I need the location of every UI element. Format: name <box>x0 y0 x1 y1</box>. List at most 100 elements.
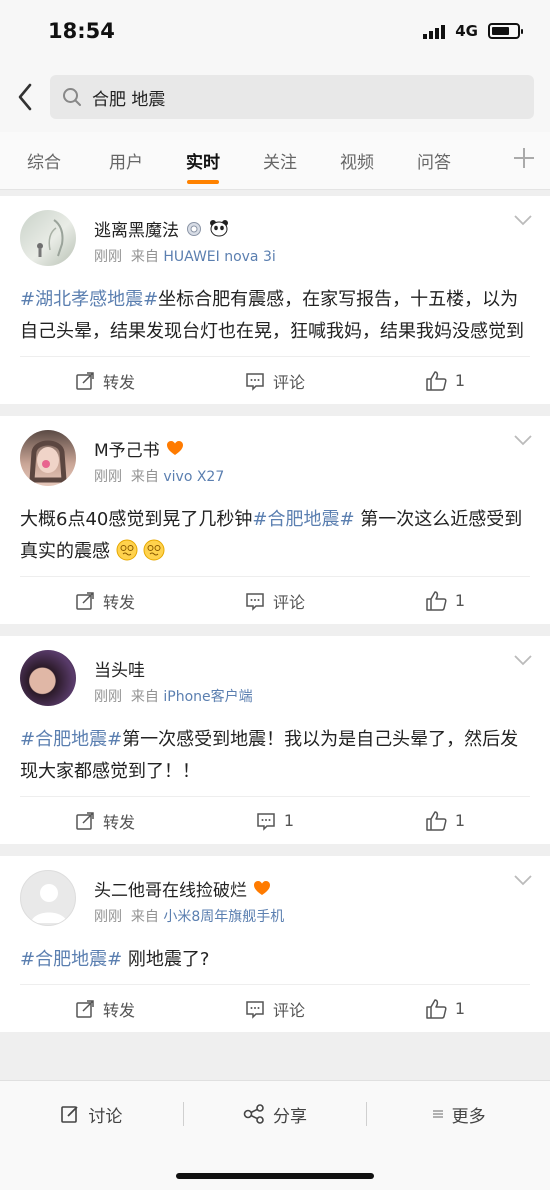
signal-icon <box>423 23 446 39</box>
comment-icon <box>246 372 264 391</box>
like-button[interactable]: 1 <box>360 357 530 404</box>
edit-icon <box>61 1106 78 1123</box>
status-icons: 4G <box>423 22 523 40</box>
status-time: 18:54 <box>48 19 115 43</box>
post-subline: 刚刚 来自 iPhone客户端 <box>94 686 253 706</box>
post-actions: 转发 评论 1 <box>20 356 530 404</box>
tab-following[interactable]: 关注 <box>242 132 318 190</box>
comment-icon <box>257 812 275 831</box>
post-time: 刚刚 <box>94 689 122 705</box>
repost-label: 转发 <box>102 1000 135 1020</box>
chevron-down-icon[interactable] <box>514 434 532 446</box>
search-input[interactable] <box>92 87 492 107</box>
post-time: 刚刚 <box>94 469 122 485</box>
heart-icon <box>254 881 270 895</box>
repost-icon <box>76 999 94 1018</box>
post-feed: 逃离黑魔法 刚刚 来自 HUAWEI nova 3i #湖北孝感地震#坐标合肥有… <box>0 196 550 1044</box>
comment-label: 评论 <box>272 1000 305 1020</box>
dizzy-face-emoji-icon <box>143 539 165 561</box>
username-row: M予己书 <box>94 436 224 461</box>
username[interactable]: M予己书 <box>94 436 160 461</box>
discuss-button[interactable]: 讨论 <box>0 1099 183 1129</box>
comment-button[interactable]: 评论 <box>190 577 360 624</box>
source-prefix: 来自 <box>130 469 159 485</box>
hashtag-link[interactable]: #合肥地震# <box>252 509 354 530</box>
post-time: 刚刚 <box>94 249 122 265</box>
comment-icon <box>246 592 264 611</box>
discuss-label: 讨论 <box>88 1106 123 1127</box>
tab-qa[interactable]: 问答 <box>396 132 472 190</box>
post-actions: 转发 评论 1 <box>20 984 530 1032</box>
tab-users[interactable]: 用户 <box>88 132 164 190</box>
tab-videos[interactable]: 视频 <box>318 132 396 190</box>
post-source[interactable]: HUAWEI nova 3i <box>163 249 275 265</box>
post-time: 刚刚 <box>94 909 122 925</box>
bottom-actions: 讨论 分享 更多 <box>0 1081 550 1147</box>
network-type: 4G <box>455 22 478 40</box>
like-button[interactable]: 1 <box>360 577 530 624</box>
post-actions: 转发 评论 1 <box>20 576 530 624</box>
chevron-down-icon[interactable] <box>514 214 532 226</box>
username-row: 头二他哥在线捡破烂 <box>94 876 284 901</box>
like-button[interactable]: 1 <box>360 797 530 844</box>
thumbs-up-icon <box>426 810 447 831</box>
post-source[interactable]: vivo X27 <box>163 469 224 485</box>
add-tab-icon[interactable] <box>512 146 536 170</box>
search-box[interactable] <box>50 75 534 119</box>
post-header: 逃离黑魔法 刚刚 来自 HUAWEI nova 3i <box>0 196 550 274</box>
repost-button[interactable]: 转发 <box>20 357 190 404</box>
hashtag-link[interactable]: #合肥地震# <box>20 729 122 750</box>
source-prefix: 来自 <box>130 689 159 705</box>
back-button[interactable] <box>0 62 50 132</box>
dizzy-face-emoji-icon <box>116 539 138 561</box>
avatar[interactable] <box>20 210 76 266</box>
heart-icon <box>166 441 183 455</box>
post-card[interactable]: M予己书 刚刚 来自 vivo X27 大概6点40感觉到晃了几秒钟#合肥地震#… <box>0 416 550 624</box>
panda-icon <box>210 220 228 237</box>
hashtag-link[interactable]: #湖北孝感地震# <box>20 289 158 310</box>
comment-button[interactable]: 评论 <box>190 357 360 404</box>
repost-button[interactable]: 转发 <box>20 577 190 624</box>
post-actions: 转发 1 1 <box>20 796 530 844</box>
avatar[interactable] <box>20 430 76 486</box>
battery-icon <box>488 23 523 39</box>
post-source[interactable]: 小米8周年旗舰手机 <box>163 909 284 925</box>
like-count: 1 <box>454 811 466 830</box>
repost-button[interactable]: 转发 <box>20 985 190 1032</box>
username[interactable]: 头二他哥在线捡破烂 <box>94 876 247 901</box>
chevron-left-icon <box>18 83 32 111</box>
post-subline: 刚刚 来自 小米8周年旗舰手机 <box>94 906 284 926</box>
like-count: 1 <box>454 371 466 390</box>
tab-realtime[interactable]: 实时 <box>164 132 242 190</box>
post-card[interactable]: 逃离黑魔法 刚刚 来自 HUAWEI nova 3i #湖北孝感地震#坐标合肥有… <box>0 196 550 404</box>
comment-icon <box>246 1000 264 1019</box>
repost-label: 转发 <box>102 372 135 392</box>
like-button[interactable]: 1 <box>360 985 530 1032</box>
chevron-down-icon[interactable] <box>514 874 532 886</box>
post-card[interactable]: 头二他哥在线捡破烂 刚刚 来自 小米8周年旗舰手机 #合肥地震# 刚地震了? 转… <box>0 856 550 1032</box>
tab-comprehensive[interactable]: 综合 <box>0 132 88 190</box>
more-button[interactable]: 更多 <box>367 1099 550 1129</box>
chevron-down-icon[interactable] <box>514 654 532 666</box>
repost-button[interactable]: 转发 <box>20 797 190 844</box>
post-meta: 逃离黑魔法 刚刚 来自 HUAWEI nova 3i <box>94 210 276 274</box>
post-card[interactable]: 当头哇 刚刚 来自 iPhone客户端 #合肥地震#第一次感受到地震！我以为是自… <box>0 636 550 844</box>
post-meta: 当头哇 刚刚 来自 iPhone客户端 <box>94 650 253 714</box>
avatar[interactable] <box>20 650 76 706</box>
share-button[interactable]: 分享 <box>184 1099 367 1129</box>
menu-icon <box>432 1110 443 1118</box>
username[interactable]: 逃离黑魔法 <box>94 216 179 241</box>
avatar[interactable] <box>20 870 76 926</box>
post-text: #合肥地震# 刚地震了? <box>0 934 550 984</box>
comment-button[interactable]: 1 <box>190 797 360 844</box>
post-source[interactable]: iPhone客户端 <box>163 689 252 705</box>
repost-icon <box>76 371 94 390</box>
comment-button[interactable]: 评论 <box>190 985 360 1032</box>
post-header: M予己书 刚刚 来自 vivo X27 <box>0 416 550 494</box>
home-indicator[interactable] <box>176 1173 374 1179</box>
medal-icon <box>187 222 201 236</box>
hashtag-link[interactable]: #合肥地震# <box>20 949 122 970</box>
comment-label: 评论 <box>272 372 305 392</box>
comment-label: 评论 <box>272 592 305 612</box>
username[interactable]: 当头哇 <box>94 656 145 681</box>
